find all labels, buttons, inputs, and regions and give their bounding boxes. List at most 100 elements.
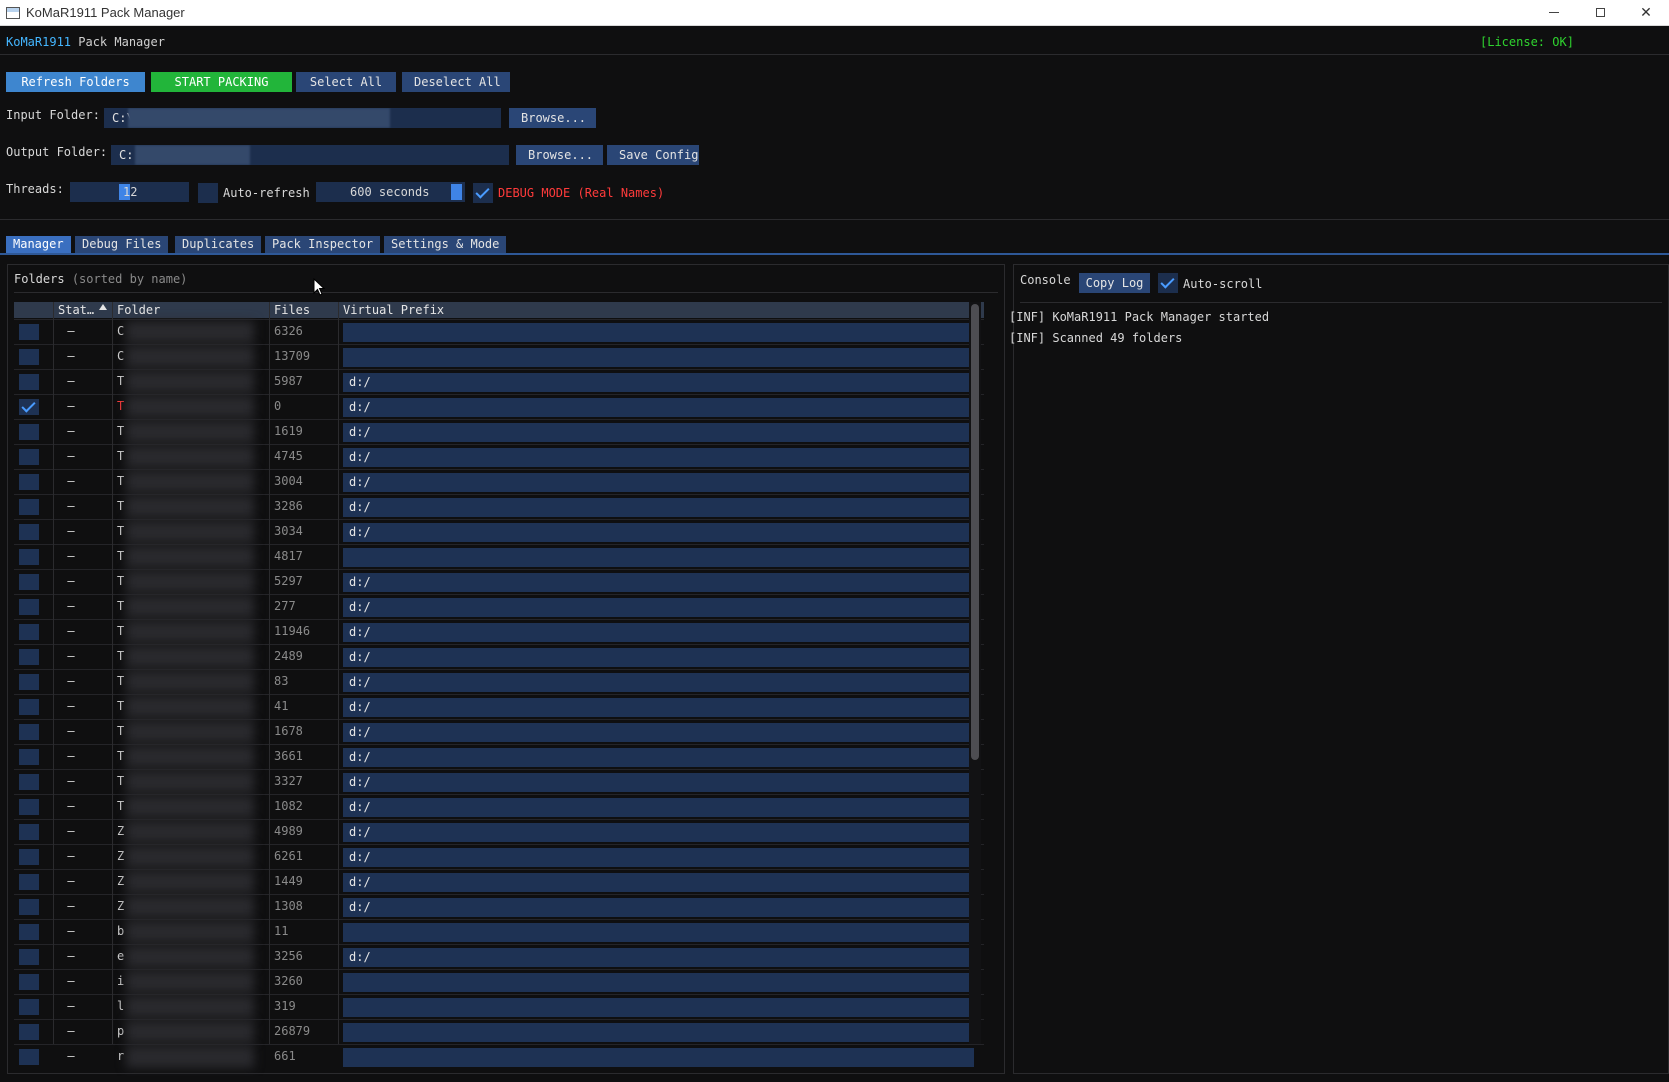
row-virtual-prefix-input[interactable] (343, 1023, 974, 1042)
table-row[interactable]: – Z 4989 d:/ (14, 819, 984, 844)
row-virtual-prefix-input[interactable]: d:/ (343, 373, 974, 392)
row-virtual-prefix-input[interactable]: d:/ (343, 398, 974, 417)
table-row[interactable]: – i 3260 (14, 969, 984, 994)
row-virtual-prefix-input[interactable]: d:/ (343, 723, 974, 742)
row-virtual-prefix-input[interactable]: d:/ (343, 748, 974, 767)
save-config-button[interactable]: Save Config (607, 145, 699, 165)
row-virtual-prefix-input[interactable]: d:/ (343, 673, 974, 692)
row-checkbox[interactable] (19, 499, 39, 515)
row-checkbox[interactable] (19, 649, 39, 665)
table-row[interactable]: – T 3004 d:/ (14, 469, 984, 494)
row-virtual-prefix-input[interactable]: d:/ (343, 698, 974, 717)
row-checkbox[interactable] (19, 774, 39, 790)
table-row[interactable]: – C 6326 (14, 319, 984, 344)
row-virtual-prefix-input[interactable]: d:/ (343, 623, 974, 642)
input-folder-field[interactable]: C:\ (104, 108, 501, 128)
row-virtual-prefix-input[interactable]: d:/ (343, 448, 974, 467)
table-row[interactable]: – T 4745 d:/ (14, 444, 984, 469)
row-checkbox[interactable] (19, 1049, 39, 1065)
row-checkbox[interactable] (19, 799, 39, 815)
table-row[interactable]: – C 13709 (14, 344, 984, 369)
row-checkbox[interactable] (19, 449, 39, 465)
row-checkbox[interactable] (19, 474, 39, 490)
table-row[interactable]: – T 4817 (14, 544, 984, 569)
table-row[interactable]: – T 2489 d:/ (14, 644, 984, 669)
row-checkbox[interactable] (19, 1024, 39, 1040)
table-row[interactable]: – T 3327 d:/ (14, 769, 984, 794)
row-checkbox[interactable] (19, 849, 39, 865)
row-checkbox[interactable] (19, 424, 39, 440)
row-checkbox[interactable] (19, 349, 39, 365)
row-checkbox[interactable] (19, 699, 39, 715)
row-virtual-prefix-input[interactable]: d:/ (343, 598, 974, 617)
row-checkbox[interactable] (19, 974, 39, 990)
row-virtual-prefix-input[interactable]: d:/ (343, 948, 974, 967)
row-virtual-prefix-input[interactable]: d:/ (343, 423, 974, 442)
output-folder-field[interactable]: C: (111, 145, 509, 165)
table-row[interactable]: – T 277 d:/ (14, 594, 984, 619)
row-virtual-prefix-input[interactable]: d:/ (343, 873, 974, 892)
tab-settings-mode[interactable]: Settings & Mode (384, 236, 507, 253)
threads-slider[interactable]: 12 (70, 182, 189, 202)
table-row[interactable]: – T 11946 d:/ (14, 619, 984, 644)
row-virtual-prefix-input[interactable]: d:/ (343, 773, 974, 792)
minimize-button[interactable] (1531, 0, 1577, 26)
row-checkbox[interactable] (19, 874, 39, 890)
column-files[interactable]: Files (274, 302, 310, 318)
start-packing-button[interactable]: START PACKING (151, 72, 292, 92)
row-checkbox[interactable] (19, 399, 39, 415)
row-checkbox[interactable] (19, 624, 39, 640)
row-checkbox[interactable] (19, 899, 39, 915)
table-row[interactable]: – T 5987 d:/ (14, 369, 984, 394)
row-virtual-prefix-input[interactable]: d:/ (343, 823, 974, 842)
row-virtual-prefix-input[interactable]: d:/ (343, 523, 974, 542)
table-row[interactable]: – T 3661 d:/ (14, 744, 984, 769)
refresh-folders-button[interactable]: Refresh Folders (6, 72, 145, 92)
maximize-button[interactable] (1577, 0, 1623, 26)
row-virtual-prefix-input[interactable] (343, 973, 974, 992)
folders-scrollbar-thumb[interactable] (971, 304, 979, 760)
tab-debug-files[interactable]: Debug Files (75, 236, 169, 253)
column-virtual-prefix[interactable]: Virtual Prefix (343, 302, 444, 318)
table-row[interactable]: – T 1678 d:/ (14, 719, 984, 744)
tab-manager[interactable]: Manager (6, 236, 71, 253)
table-row[interactable]: – T 1619 d:/ (14, 419, 984, 444)
table-row[interactable]: – Z 1308 d:/ (14, 894, 984, 919)
row-virtual-prefix-input[interactable]: d:/ (343, 573, 974, 592)
auto-scroll-checkbox[interactable] (1158, 273, 1178, 293)
column-folder[interactable]: Folder (117, 302, 160, 318)
row-virtual-prefix-input[interactable] (343, 923, 974, 942)
table-row[interactable]: – T 3034 d:/ (14, 519, 984, 544)
table-row[interactable]: – e 3256 d:/ (14, 944, 984, 969)
table-row[interactable]: – p 26879 (14, 1019, 984, 1044)
row-checkbox[interactable] (19, 949, 39, 965)
row-checkbox[interactable] (19, 749, 39, 765)
row-virtual-prefix-input[interactable] (343, 323, 974, 342)
row-virtual-prefix-input[interactable] (343, 998, 974, 1017)
row-virtual-prefix-input[interactable] (343, 548, 974, 567)
refresh-interval-handle[interactable] (451, 184, 462, 200)
close-button[interactable]: ✕ (1623, 0, 1669, 26)
row-checkbox[interactable] (19, 724, 39, 740)
table-row[interactable]: – T 1082 d:/ (14, 794, 984, 819)
auto-refresh-checkbox[interactable] (198, 183, 218, 203)
row-virtual-prefix-input[interactable]: d:/ (343, 498, 974, 517)
refresh-interval-slider[interactable]: 600 seconds (316, 182, 465, 202)
row-checkbox[interactable] (19, 674, 39, 690)
table-row[interactable]: – l 319 (14, 994, 984, 1019)
row-checkbox[interactable] (19, 824, 39, 840)
row-virtual-prefix-input[interactable] (343, 348, 974, 367)
table-row[interactable]: – Z 6261 d:/ (14, 844, 984, 869)
deselect-all-button[interactable]: Deselect All (402, 72, 510, 92)
table-row[interactable]: – T 5297 d:/ (14, 569, 984, 594)
row-virtual-prefix-input[interactable]: d:/ (343, 473, 974, 492)
row-virtual-prefix-input[interactable]: d:/ (343, 848, 974, 867)
tab-pack-inspector[interactable]: Pack Inspector (265, 236, 381, 253)
row-checkbox[interactable] (19, 374, 39, 390)
row-checkbox[interactable] (19, 324, 39, 340)
table-row[interactable]: – T 83 d:/ (14, 669, 984, 694)
row-virtual-prefix-input[interactable] (343, 1048, 974, 1067)
row-virtual-prefix-input[interactable]: d:/ (343, 648, 974, 667)
table-row[interactable]: – Z 1449 d:/ (14, 869, 984, 894)
table-row[interactable]: – b 11 (14, 919, 984, 944)
